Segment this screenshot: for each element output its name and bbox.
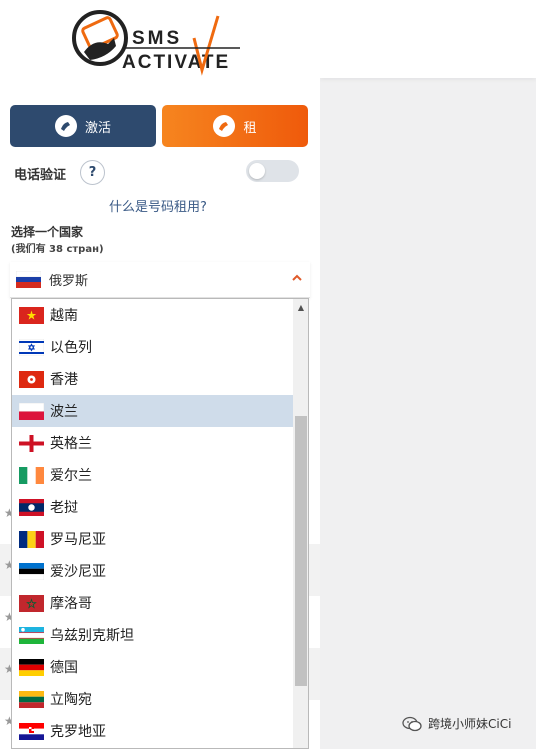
toggle-knob [249,163,265,179]
country-option-england[interactable]: 英格兰 [12,427,293,459]
rent-icon [213,115,236,137]
scrollbar-thumb[interactable] [295,416,307,686]
country-select[interactable]: 俄罗斯 [10,262,310,298]
watermark: 跨境小师妹CiCi [402,715,511,732]
wechat-icon [402,716,422,731]
israel-flag-icon [19,338,44,356]
poland-flag-icon [19,402,44,420]
country-option-ireland[interactable]: 爱尔兰 [12,459,293,491]
russia-flag-icon [16,271,41,288]
croatia-flag-icon [19,722,44,740]
country-option-estonia[interactable]: 爱沙尼亚 [12,555,293,587]
rent-tab-button[interactable]: 租 [162,105,308,147]
content-header [320,0,536,78]
country-count-subtitle: (我们有 38 стран) [11,244,104,255]
phone-verify-toggle[interactable] [246,160,299,182]
vietnam-flag-icon [19,306,44,324]
lithuania-flag-icon [19,690,44,708]
activate-icon [54,115,77,137]
country-option-vietnam[interactable]: 越南 [12,299,293,331]
dropdown-scrollbar[interactable]: ▲ [293,299,308,748]
what-is-rent-link[interactable]: 什么是号码租用? [0,196,316,215]
hongkong-flag-icon [19,370,44,388]
country-option-hongkong[interactable]: 香港 [12,363,293,395]
help-icon[interactable]: ? [80,160,105,185]
country-option-croatia[interactable]: 克罗地亚 [12,715,293,747]
country-options: 越南 以色列 香港 波兰 英格兰 爱尔兰 老挝 罗马尼亚 爱沙尼亚 摩洛哥 乌兹… [12,299,293,747]
country-option-laos[interactable]: 老挝 [12,491,293,523]
chevron-up-icon[interactable] [290,271,304,285]
laos-flag-icon [19,498,44,516]
content-background [320,0,536,749]
country-option-poland[interactable]: 波兰 [12,395,293,427]
svg-text:ACTIVATE: ACTIVATE [122,52,230,73]
rent-label: 租 [243,120,257,136]
germany-flag-icon [19,658,44,676]
country-option-germany[interactable]: 德国 [12,651,293,683]
country-dropdown-list[interactable]: 越南 以色列 香港 波兰 英格兰 爱尔兰 老挝 罗马尼亚 爱沙尼亚 摩洛哥 乌兹… [11,298,309,749]
activate-label: 激活 [84,120,111,136]
sms-activate-logo[interactable]: SMS ACTIVATE [70,8,250,78]
selected-country: 俄罗斯 [49,274,89,289]
country-option-morocco[interactable]: 摩洛哥 [12,587,293,619]
country-option-lithuania[interactable]: 立陶宛 [12,683,293,715]
england-flag-icon [19,434,44,452]
choose-country-title: 选择一个国家 [11,225,84,239]
estonia-flag-icon [19,562,44,580]
country-option-uzbekistan[interactable]: 乌兹别克斯坦 [12,619,293,651]
scroll-up-arrow-icon[interactable]: ▲ [293,299,308,316]
phone-verify-label: 电话验证 [14,168,67,183]
ireland-flag-icon [19,466,44,484]
activate-tab-button[interactable]: 激活 [10,105,156,147]
morocco-flag-icon [19,594,44,612]
sidebar-panel: SMS ACTIVATE 激活 租 电话验证 ? 什么是号码租用? 选择一个国家… [0,0,320,749]
uzbekistan-flag-icon [19,626,44,644]
svg-text:SMS: SMS [132,28,182,49]
country-option-israel[interactable]: 以色列 [12,331,293,363]
country-option-romania[interactable]: 罗马尼亚 [12,523,293,555]
watermark-text: 跨境小师妹CiCi [428,717,512,731]
romania-flag-icon [19,530,44,548]
